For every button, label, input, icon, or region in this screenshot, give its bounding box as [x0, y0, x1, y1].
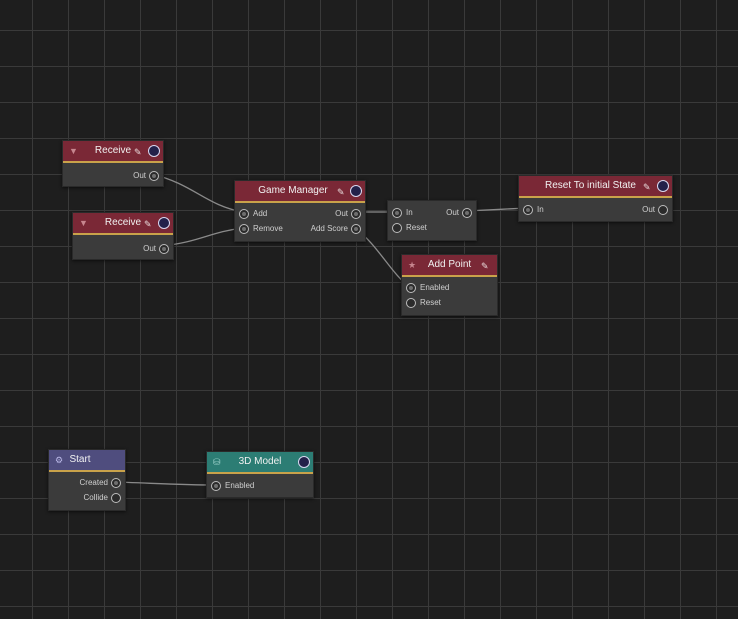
input-port-in[interactable]	[392, 208, 402, 218]
input-port-add[interactable]	[239, 209, 249, 219]
star-icon: ★	[408, 260, 417, 270]
pin-icon[interactable]: ✎	[144, 214, 152, 234]
3d-model-node[interactable]: ⛁ 3D Model Enabled	[206, 451, 314, 498]
port-label-in: In	[537, 205, 544, 214]
3d-model-header[interactable]: ⛁ 3D Model	[207, 452, 313, 474]
node-graph-canvas[interactable]	[0, 0, 738, 619]
port-label-out: Out	[143, 244, 156, 253]
port-label-enabled: Enabled	[420, 283, 450, 292]
output-port-out[interactable]	[159, 244, 169, 254]
input-port-enabled[interactable]	[406, 283, 416, 293]
port-label-reset: Reset	[406, 223, 427, 232]
port-label-out: Out	[642, 205, 655, 214]
reset-node-header[interactable]: Reset To initial State ✎	[519, 176, 672, 198]
add-point-header[interactable]: ★ Add Point ✎	[402, 255, 497, 277]
node-title: Game Manager	[258, 185, 328, 196]
port-label-out: Out	[335, 209, 348, 218]
header-output-port[interactable]	[298, 456, 310, 468]
port-label-add-score: Add Score	[310, 224, 348, 233]
add-point-node[interactable]: ★ Add Point ✎ Enabled Reset	[401, 254, 498, 316]
port-label-add: Add	[253, 209, 268, 218]
header-output-port[interactable]	[158, 217, 170, 229]
port-label-in: In	[406, 208, 413, 217]
output-port-out[interactable]	[351, 209, 361, 219]
node-title: Reset To initial State	[545, 180, 636, 191]
input-port-reset[interactable]	[392, 223, 402, 233]
node-title: Receive	[104, 217, 142, 228]
relay-node[interactable]: In Reset Out	[387, 200, 477, 241]
port-label-created: Created	[79, 478, 108, 487]
start-node-header[interactable]: ⚙ Start	[49, 450, 125, 472]
pin-icon[interactable]: ✎	[643, 177, 651, 197]
port-label-collide: Collide	[83, 493, 108, 502]
pin-icon[interactable]: ✎	[337, 182, 345, 202]
pin-icon[interactable]: ✎	[134, 142, 142, 162]
start-node[interactable]: ⚙ Start Created Collide	[48, 449, 126, 511]
game-manager-header[interactable]: Game Manager ✎	[235, 181, 365, 203]
game-manager-node[interactable]: Game Manager ✎ Add Remove Out Add Score	[234, 180, 366, 242]
receive-node-header[interactable]: ▼ Receive ✎	[63, 141, 163, 163]
receive-node-1[interactable]: ▼ Receive ✎ Out	[62, 140, 164, 187]
header-output-port[interactable]	[148, 145, 160, 157]
gear-icon: ⚙	[55, 455, 64, 465]
node-title: 3D Model	[238, 456, 282, 467]
receive-node-2[interactable]: ▼ Receive ✎ Out	[72, 212, 174, 260]
input-port-in[interactable]	[523, 205, 533, 215]
chevron-down-icon: ▼	[79, 218, 88, 228]
output-port-out[interactable]	[462, 208, 472, 218]
port-label-out: Out	[133, 171, 146, 180]
input-port-reset[interactable]	[406, 298, 416, 308]
input-port-remove[interactable]	[239, 224, 249, 234]
reset-initial-state-node[interactable]: Reset To initial State ✎ In Out	[518, 175, 673, 222]
port-label-remove: Remove	[253, 224, 283, 233]
port-label-reset: Reset	[420, 298, 441, 307]
node-title: Start	[69, 454, 91, 465]
output-port-created[interactable]	[111, 478, 121, 488]
output-port-out[interactable]	[149, 171, 159, 181]
output-port-add-score[interactable]	[351, 224, 361, 234]
node-title: Receive	[94, 145, 132, 156]
output-port-collide[interactable]	[111, 493, 121, 503]
port-label-enabled: Enabled	[225, 481, 255, 490]
node-title: Add Point	[427, 259, 472, 270]
header-output-port[interactable]	[657, 180, 669, 192]
pin-icon[interactable]: ✎	[481, 256, 489, 276]
output-port-out[interactable]	[658, 205, 668, 215]
port-label-out: Out	[446, 208, 459, 217]
receive-node-header[interactable]: ▼ Receive ✎	[73, 213, 173, 235]
chevron-down-icon: ▼	[69, 146, 78, 156]
header-output-port[interactable]	[350, 185, 362, 197]
cube-icon: ⛁	[213, 457, 221, 467]
input-port-enabled[interactable]	[211, 481, 221, 491]
